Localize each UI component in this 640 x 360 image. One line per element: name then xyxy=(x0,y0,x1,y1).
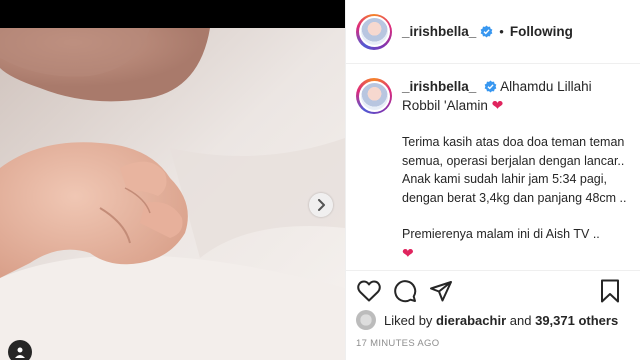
comment-button[interactable] xyxy=(392,278,418,304)
caption-paragraph: Premierenya malam ini di Aish TV .. ❤ xyxy=(402,227,600,261)
red-heart-emoji-icon: ❤ xyxy=(491,97,504,113)
avatar-image xyxy=(360,18,388,45)
separator-dot: • xyxy=(499,24,504,39)
heart-icon xyxy=(357,280,381,301)
liker-avatar[interactable] xyxy=(356,310,376,330)
caption-avatar[interactable] xyxy=(356,78,392,114)
comment-icon xyxy=(394,279,417,302)
caption-username[interactable]: _irishbella_ xyxy=(402,79,476,94)
user-tag-icon xyxy=(15,347,25,358)
author-username[interactable]: _irishbella_ xyxy=(402,24,476,39)
caption-header: _irishbella_ Alhamdu Lillahi Robbil 'Ala… xyxy=(356,78,631,115)
likes-and: and xyxy=(509,312,532,328)
post-timestamp[interactable]: 17 MINUTES AGO xyxy=(356,338,439,349)
post-side-panel: _irishbella_ • Following _irishbella_ Al… xyxy=(345,0,640,360)
post-media xyxy=(0,0,345,360)
author-avatar[interactable] xyxy=(356,13,392,50)
media-top-bar xyxy=(0,0,345,28)
caption-body: Terima kasih atas doa doa teman teman se… xyxy=(402,133,627,263)
chevron-right-icon xyxy=(318,199,325,211)
post-header: _irishbella_ • Following xyxy=(346,0,640,64)
liker-username[interactable]: dierabachir xyxy=(436,313,506,328)
likes-summary: Liked by dierabachir and 39,371 others xyxy=(356,310,618,330)
verified-icon xyxy=(484,80,497,93)
next-photo-button[interactable] xyxy=(309,193,333,217)
like-button[interactable] xyxy=(356,278,382,304)
share-button[interactable] xyxy=(428,278,454,304)
instagram-post-modal: _irishbella_ • Following _irishbella_ Al… xyxy=(0,0,640,360)
user-tag-button[interactable] xyxy=(8,340,32,360)
following-button[interactable]: Following xyxy=(510,24,573,39)
caption-area: _irishbella_ Alhamdu Lillahi Robbil 'Ala… xyxy=(346,64,640,270)
likes-prefix: Liked by xyxy=(384,312,433,328)
action-bar xyxy=(346,270,640,310)
save-button[interactable] xyxy=(597,278,623,304)
baby-hand-photo xyxy=(0,28,345,360)
share-icon xyxy=(430,280,452,301)
caption-first-line: _irishbella_ Alhamdu Lillahi Robbil 'Ala… xyxy=(402,78,622,115)
bookmark-icon xyxy=(601,279,619,303)
likes-count[interactable]: 39,371 others xyxy=(535,313,618,328)
caption-paragraph: Terima kasih atas doa doa teman teman se… xyxy=(402,135,627,205)
verified-icon xyxy=(480,25,493,38)
red-heart-emoji-icon: ❤ xyxy=(402,244,414,261)
